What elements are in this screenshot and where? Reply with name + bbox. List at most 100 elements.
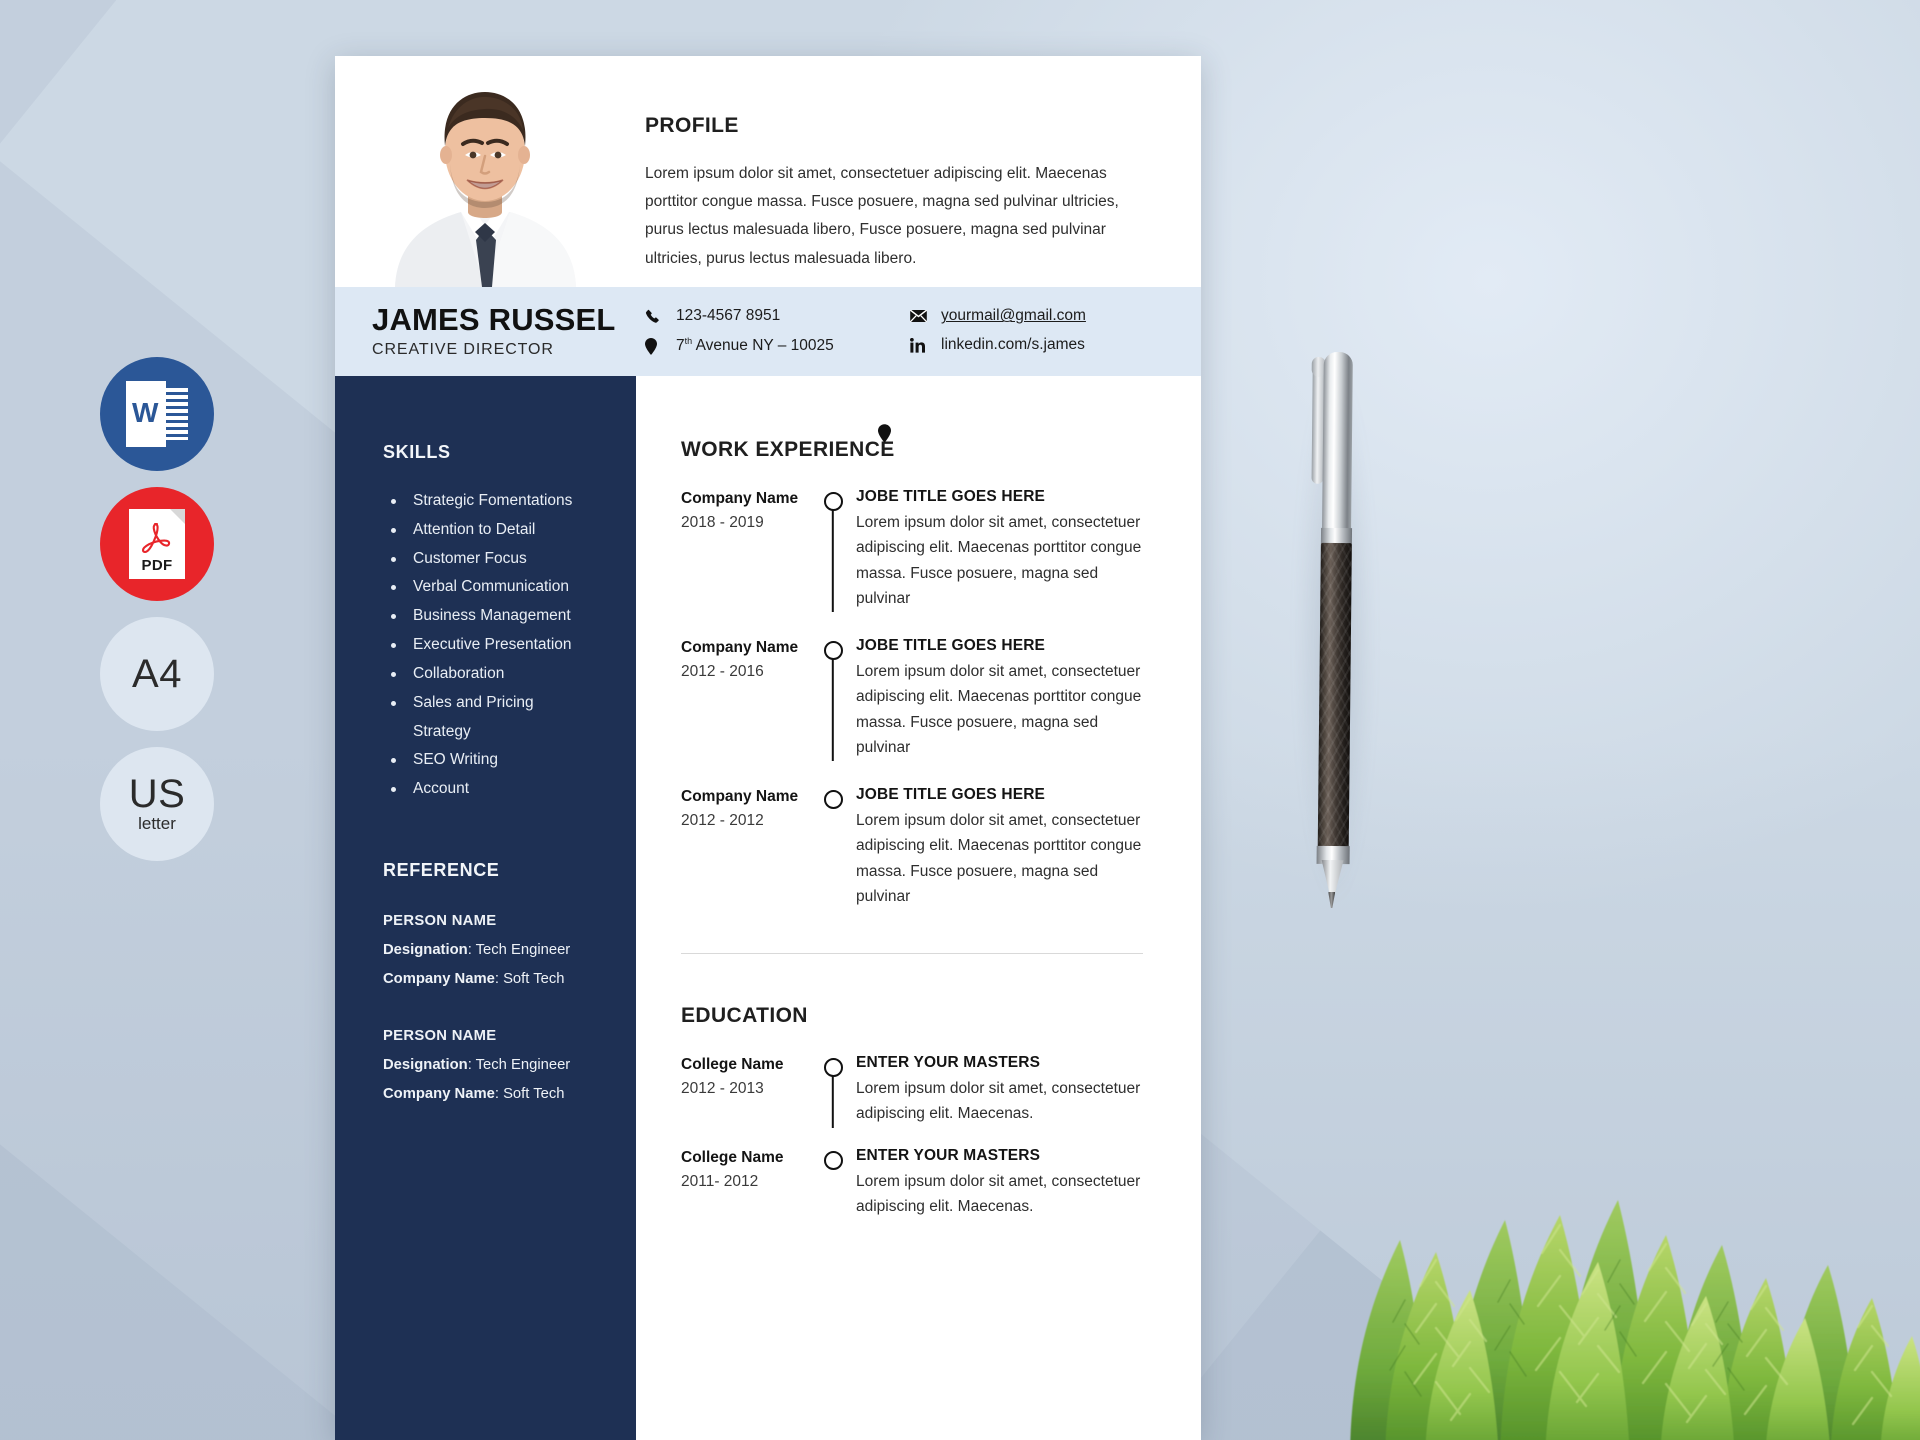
work-company-name: Company Name <box>681 490 799 507</box>
reference-designation-value: : Tech Engineer <box>467 1056 571 1073</box>
skills-list: Strategic Fomentations Attention to Deta… <box>335 487 636 804</box>
word-document-icon: W <box>126 381 188 447</box>
work-experience-heading: WORK EXPERIENCE <box>681 438 895 461</box>
word-badge[interactable]: W <box>100 357 214 471</box>
education-entry: College Name 2012 - 2013 ENTER YOUR MAST… <box>681 1054 1201 1147</box>
reference-designation-label: Designation <box>383 1056 468 1073</box>
skills-heading: SKILLS <box>383 442 451 462</box>
address-rest: Avenue NY – 10025 <box>692 337 834 355</box>
reference-company-label: Company Name <box>383 971 495 988</box>
work-experience-entry: Company Name 2012 - 2012 JOBE TITLE GOES… <box>681 786 1201 935</box>
us-letter-badge-sublabel: letter <box>138 814 176 834</box>
timeline-dot-icon <box>823 790 843 809</box>
reference-company-value: : Soft Tech <box>494 1085 565 1102</box>
acrobat-swirl-icon <box>141 522 171 554</box>
sidebar: SKILLS Strategic Fomentations Attention … <box>335 376 636 1440</box>
education-college-name: College Name <box>681 1056 784 1073</box>
education-timeline: College Name 2012 - 2013 ENTER YOUR MAST… <box>681 1054 1201 1239</box>
timeline-dot-icon <box>823 1150 843 1170</box>
reference-person-name: PERSON NAME <box>383 1027 497 1044</box>
pen-cap <box>1321 351 1353 539</box>
skill-item: Account <box>387 775 620 804</box>
skill-item: Strategic Fomentations <box>387 487 620 516</box>
pen-decoration <box>1300 351 1370 907</box>
work-years: 2012 - 2016 <box>681 663 764 680</box>
a4-badge-label: A4 <box>132 652 182 696</box>
profile-text: Lorem ipsum dolor sit amet, consectetuer… <box>645 165 1119 267</box>
education-years: 2011- 2012 <box>681 1172 759 1190</box>
reference-person-name: PERSON NAME <box>383 913 497 930</box>
skill-item: Collaboration <box>387 660 620 689</box>
work-description: Lorem ipsum dolor sit amet, consectetuer… <box>856 812 1142 905</box>
skill-item: Sales and Pricing <box>387 689 620 718</box>
profile-section: PROFILE Lorem ipsum dolor sit amet, cons… <box>636 56 1201 287</box>
work-years: 2012 - 2012 <box>681 812 764 829</box>
format-badges: W PDF A4 US letter <box>100 357 220 877</box>
skill-item: Verbal Communication <box>387 573 620 602</box>
work-experience-entry: Company Name 2012 - 2016 JOBE TITLE GOES… <box>681 637 1201 786</box>
reference-entry: PERSON NAME Designation: Tech Engineer C… <box>335 1022 636 1109</box>
work-job-title: JOBE TITLE GOES HERE <box>856 488 1046 505</box>
reference-designation-label: Designation <box>383 942 468 959</box>
timeline-dot-icon <box>823 641 843 660</box>
education-degree-title: ENTER YOUR MASTERS <box>856 1146 1041 1164</box>
main-column: WORK EXPERIENCE Company Name 2018 - 2019… <box>636 376 1201 1440</box>
pdf-badge[interactable]: PDF <box>100 487 214 601</box>
timeline-dot-icon <box>823 492 843 511</box>
pdf-document-icon: PDF <box>129 509 185 579</box>
resume-body: SKILLS Strategic Fomentations Attention … <box>335 376 1201 1440</box>
timeline-dot-icon <box>823 1058 843 1077</box>
work-years: 2018 - 2019 <box>681 514 764 531</box>
email-link[interactable]: yourmail@gmail.com <box>941 307 1086 325</box>
skill-item: Attention to Detail <box>387 516 620 545</box>
work-company-name: Company Name <box>681 639 799 656</box>
address-row: 7th Avenue NY – 10025 <box>645 336 910 355</box>
reference-company-value: : Soft Tech <box>494 971 565 988</box>
job-role: CREATIVE DIRECTOR <box>372 340 554 358</box>
profile-photo <box>335 56 636 287</box>
reference-company: Company Name: Soft Tech <box>383 1080 616 1109</box>
profile-heading: PROFILE <box>645 114 739 137</box>
education-degree-title: ENTER YOUR MASTERS <box>856 1054 1041 1071</box>
pen-cone <box>1321 860 1343 894</box>
reference-company: Company Name: Soft Tech <box>383 965 616 994</box>
education-college-name: College Name <box>681 1148 784 1166</box>
phone-icon <box>645 309 676 324</box>
identity-block: JAMES RUSSEL CREATIVE DIRECTOR <box>335 304 636 359</box>
resume-header: PROFILE Lorem ipsum dolor sit amet, cons… <box>335 56 1201 287</box>
pen-cap-ring <box>1320 527 1353 545</box>
reference-company-label: Company Name <box>383 1085 495 1102</box>
us-letter-badge[interactable]: US letter <box>100 747 214 861</box>
contact-details: 123-4567 8951 7th Avenue NY – 10025 your… <box>636 307 1201 355</box>
a4-badge[interactable]: A4 <box>100 617 214 731</box>
education-description: Lorem ipsum dolor sit amet, consectetuer… <box>856 1172 1141 1215</box>
reference-designation-value: : Tech Engineer <box>467 942 571 959</box>
plant-decoration <box>1200 900 1920 1440</box>
section-divider <box>681 953 1143 954</box>
email-row[interactable]: yourmail@gmail.com <box>910 307 1086 325</box>
linkedin-url: linkedin.com/s.james <box>941 336 1085 354</box>
education-entry: College Name 2011- 2012 ENTER YOUR MASTE… <box>681 1147 1201 1240</box>
work-description: Lorem ipsum dolor sit amet, consectetuer… <box>856 514 1142 607</box>
phone-number: 123-4567 8951 <box>676 307 781 325</box>
pen-barrel <box>1317 542 1352 854</box>
skill-item: Executive Presentation <box>387 631 620 660</box>
full-name: JAMES RUSSEL <box>372 302 616 338</box>
skill-item-continuation: Strategy <box>413 722 471 740</box>
resume-page: PROFILE Lorem ipsum dolor sit amet, cons… <box>335 56 1201 1440</box>
work-job-title: JOBE TITLE GOES HERE <box>856 637 1046 654</box>
reference-designation: Designation: Tech Engineer <box>383 1051 616 1080</box>
skill-item: Business Management <box>387 602 620 631</box>
address-number: 7 <box>676 337 685 355</box>
reference-designation: Designation: Tech Engineer <box>383 936 616 965</box>
decorative-location-pin-icon <box>878 424 891 448</box>
work-experience-entry: Company Name 2018 - 2019 JOBE TITLE GOES… <box>681 488 1201 637</box>
phone-row[interactable]: 123-4567 8951 <box>645 307 910 325</box>
envelope-icon <box>910 310 941 323</box>
education-description: Lorem ipsum dolor sit amet, consectetuer… <box>856 1080 1141 1123</box>
conifer-plant-icon <box>1350 1200 1920 1440</box>
skill-item: Customer Focus <box>387 545 620 574</box>
linkedin-row[interactable]: linkedin.com/s.james <box>910 336 1086 354</box>
education-heading: EDUCATION <box>681 1004 808 1027</box>
skill-item: SEO Writing <box>387 746 620 775</box>
